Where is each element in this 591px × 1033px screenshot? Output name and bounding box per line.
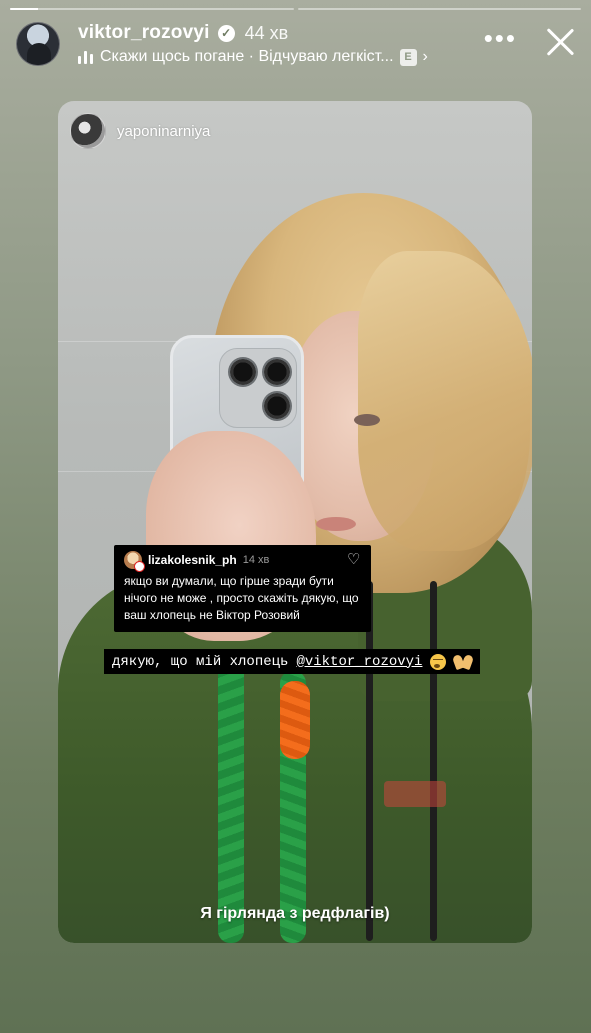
comment-text: якщо ви думали, що гірше зради бути нічо… bbox=[124, 574, 359, 622]
more-options-icon[interactable]: ••• bbox=[484, 25, 517, 51]
face-exhaling-icon bbox=[430, 653, 447, 670]
hair-strand bbox=[358, 251, 532, 551]
reposted-story-card[interactable]: yaponinarniya lizakolesnik_ph 14 хв якщо… bbox=[58, 101, 532, 943]
phone-strap-accent bbox=[280, 681, 310, 759]
post-time: 44 хв bbox=[244, 22, 289, 43]
progress-segment-2 bbox=[297, 8, 581, 10]
progress-segment-1 bbox=[10, 8, 294, 10]
music-row[interactable]: Скажи щось погане · Відчуваю легкіст... … bbox=[78, 48, 428, 66]
card-user[interactable]: yaponinarniya bbox=[70, 113, 210, 149]
camera-module bbox=[219, 348, 297, 428]
caption-text: дякую, що мій хлопець bbox=[112, 653, 289, 670]
hoodie-cord bbox=[366, 581, 373, 941]
mention-link[interactable]: @viktor_rozovyi bbox=[296, 654, 422, 670]
story-progress bbox=[10, 8, 581, 10]
camera-lens bbox=[262, 357, 292, 387]
comment-username: lizakolesnik_ph bbox=[148, 553, 237, 567]
close-icon[interactable] bbox=[543, 24, 577, 58]
eye bbox=[354, 414, 380, 426]
music-bars-icon bbox=[78, 50, 94, 64]
comment-sticker[interactable]: lizakolesnik_ph 14 хв якщо ви думали, що… bbox=[114, 545, 371, 632]
hoodie-print bbox=[384, 781, 446, 807]
heart-hands-icon bbox=[454, 655, 472, 669]
camera-lens bbox=[262, 391, 292, 421]
user-row: viktor_rozovyi ✓ 44 хв bbox=[78, 22, 288, 44]
card-username[interactable]: yaponinarniya bbox=[117, 123, 210, 140]
comment-header: lizakolesnik_ph 14 хв bbox=[124, 550, 361, 572]
verified-badge-icon: ✓ bbox=[217, 24, 235, 42]
username[interactable]: viktor_rozovyi bbox=[78, 22, 210, 44]
phone-strap bbox=[218, 661, 244, 943]
comment-time: 14 хв bbox=[242, 554, 270, 566]
story-header: viktor_rozovyi ✓ 44 хв Скажи щось погане… bbox=[16, 20, 577, 70]
comment-avatar bbox=[124, 551, 145, 572]
explicit-badge: E bbox=[399, 48, 417, 66]
music-title: Скажи щось погане · Відчуваю легкіст... bbox=[100, 48, 394, 65]
caption-sticker: дякую, що мій хлопець @viktor_rozovyi bbox=[104, 649, 481, 674]
camera-lens bbox=[228, 357, 258, 387]
hoodie-cord bbox=[430, 581, 437, 941]
lips bbox=[316, 517, 356, 531]
heart-icon bbox=[347, 550, 361, 568]
chevron-right-icon: › bbox=[422, 48, 428, 65]
bottom-caption: Я гірлянда з редфлагів) bbox=[200, 905, 390, 922]
progress-fill-1 bbox=[10, 8, 39, 10]
avatar[interactable] bbox=[16, 22, 60, 66]
card-avatar[interactable] bbox=[70, 113, 106, 149]
